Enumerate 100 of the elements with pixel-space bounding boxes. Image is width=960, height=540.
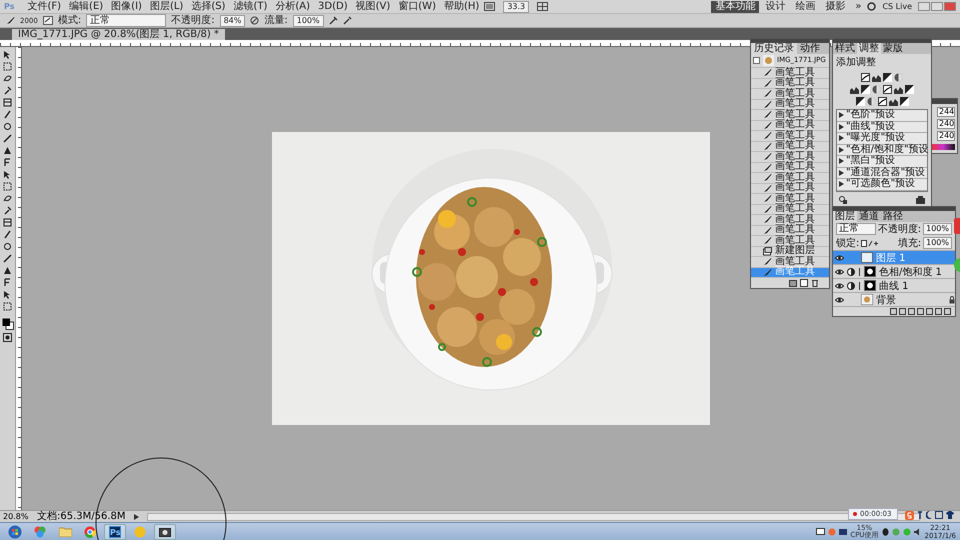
fill-field[interactable]: 100%: [923, 237, 952, 249]
color-value-field[interactable]: 240: [937, 119, 955, 129]
panel-tab[interactable]: 蒙版: [881, 43, 905, 54]
zoom-field[interactable]: 33.3: [503, 0, 530, 12]
network-icon[interactable]: [839, 528, 848, 536]
menu-item[interactable]: 分析(A): [272, 0, 314, 12]
history-step[interactable]: 画笔工具: [751, 152, 829, 162]
history-step[interactable]: 画笔工具: [751, 100, 829, 110]
color-value-field[interactable]: 244: [937, 107, 955, 117]
adjustment-icon[interactable]: [861, 85, 870, 94]
history-step[interactable]: 画笔工具: [751, 68, 829, 78]
preset-item[interactable]: "黑白"预设: [837, 156, 927, 168]
menu-item[interactable]: 帮助(H): [440, 0, 482, 12]
tool-icon[interactable]: [3, 86, 12, 95]
adjustment-icon[interactable]: [856, 97, 864, 106]
panel-tab[interactable]: 样式: [833, 43, 857, 54]
adjustment-icon[interactable]: [883, 85, 892, 94]
history-step[interactable]: 画笔工具: [751, 184, 829, 194]
layer-style-icon[interactable]: [899, 308, 906, 315]
brush-panel-icon[interactable]: [42, 16, 53, 25]
preset-item[interactable]: "色阶"预设: [837, 110, 927, 122]
preset-item[interactable]: "曝光度"预设: [837, 133, 927, 144]
menu-item[interactable]: 图像(I): [108, 0, 145, 12]
new-adjustment-icon[interactable]: [917, 308, 924, 315]
adjustment-icon[interactable]: [878, 97, 886, 106]
history-step[interactable]: 画笔工具: [751, 173, 829, 184]
eye-icon[interactable]: [835, 282, 844, 290]
opacity-field[interactable]: 84%: [220, 14, 246, 26]
menu-item[interactable]: 编辑(E): [66, 0, 106, 12]
tool-icon[interactable]: [3, 218, 12, 227]
taskbar-app[interactable]: [154, 524, 176, 540]
preset-item[interactable]: "色相/饱和度"预设: [837, 144, 927, 156]
clip-icon[interactable]: [839, 196, 847, 204]
expand-arrow-icon[interactable]: [134, 514, 139, 520]
workspace-tab[interactable]: 设计: [761, 0, 790, 12]
flow-field[interactable]: 100%: [292, 14, 324, 26]
menu-item[interactable]: 图层(L): [146, 0, 186, 12]
adjustment-icon[interactable]: [905, 85, 914, 94]
window-controls[interactable]: [918, 2, 956, 11]
cs-live-icon[interactable]: [867, 2, 876, 11]
history-step[interactable]: 画笔工具: [751, 215, 829, 226]
add-mask-icon[interactable]: [908, 308, 915, 315]
pressure-icon[interactable]: [250, 16, 260, 25]
tray-tool-icon[interactable]: [935, 511, 943, 519]
blend-mode-dropdown[interactable]: 正常: [836, 223, 876, 235]
tool-icon[interactable]: [3, 158, 12, 167]
adjustment-icon[interactable]: [883, 73, 892, 82]
document-tab[interactable]: IMG_1771.JPG @ 20.8%(图层 1, RGB/8) *: [12, 29, 225, 40]
input-method-icon[interactable]: [905, 511, 914, 520]
adjustment-icon[interactable]: [850, 85, 859, 94]
panel-tab[interactable]: 历史记录: [751, 43, 797, 54]
workspace-tab[interactable]: 绘画: [791, 0, 820, 12]
history-step[interactable]: 画笔工具: [751, 142, 829, 152]
tool-icon[interactable]: [3, 98, 12, 107]
menu-item[interactable]: 3D(D): [315, 0, 351, 12]
quick-mask-icon[interactable]: [3, 333, 12, 342]
history-step[interactable]: 画笔工具: [751, 194, 829, 204]
shirt-icon[interactable]: [946, 511, 954, 519]
opacity-field[interactable]: 100%: [923, 223, 952, 235]
panel-tab[interactable]: 路径: [881, 211, 905, 222]
history-step[interactable]: 画笔工具: [751, 120, 829, 131]
workspace-tab[interactable]: 摄影: [821, 0, 850, 12]
menu-item[interactable]: 文件(F): [24, 0, 64, 12]
adjustment-icon[interactable]: [872, 73, 881, 82]
tool-icon[interactable]: [3, 206, 12, 215]
history-step[interactable]: 画笔工具: [751, 226, 829, 236]
history-step[interactable]: 画笔工具: [751, 78, 829, 89]
new-layer-icon[interactable]: [935, 308, 942, 315]
menu-item[interactable]: 选择(S): [188, 0, 228, 12]
layer-row[interactable]: 色相/饱和度 1: [833, 264, 955, 278]
eye-icon[interactable]: [835, 296, 844, 304]
more-button[interactable]: »: [851, 0, 866, 12]
volume-icon[interactable]: [914, 528, 922, 536]
eye-icon[interactable]: [835, 254, 844, 262]
new-document-icon[interactable]: [800, 279, 808, 287]
color-value-field[interactable]: 240: [937, 131, 955, 141]
adjustment-icon[interactable]: [900, 97, 908, 106]
tablet-pressure-icon[interactable]: [342, 16, 352, 25]
menu-item[interactable]: 滤镜(T): [230, 0, 270, 12]
color-swatches[interactable]: [2, 318, 14, 330]
trash-icon[interactable]: [811, 279, 819, 287]
menu-item[interactable]: 窗口(W): [395, 0, 439, 12]
eye-icon[interactable]: [835, 268, 844, 276]
new-group-icon[interactable]: [926, 308, 933, 315]
preset-item[interactable]: "曲线"预设: [837, 122, 927, 133]
layer-row[interactable]: 曲线 1: [833, 278, 955, 292]
history-step[interactable]: 画笔工具: [751, 131, 829, 142]
preset-item[interactable]: "可选颜色"预设: [837, 179, 927, 190]
side-widget-icon[interactable]: [954, 258, 960, 272]
options-icon[interactable]: [916, 196, 925, 204]
snapshot-icon[interactable]: [789, 279, 797, 287]
history-step[interactable]: 画笔工具: [751, 162, 829, 173]
link-layers-icon[interactable]: [890, 308, 897, 315]
panel-tab[interactable]: 调整: [857, 43, 881, 54]
mode-dropdown[interactable]: 正常: [86, 14, 166, 27]
adjustment-icon[interactable]: [861, 73, 870, 82]
moon-icon[interactable]: [926, 511, 932, 519]
menu-item[interactable]: 视图(V): [352, 0, 394, 12]
airbrush-icon[interactable]: [328, 16, 338, 25]
view-icon[interactable]: [484, 2, 496, 11]
